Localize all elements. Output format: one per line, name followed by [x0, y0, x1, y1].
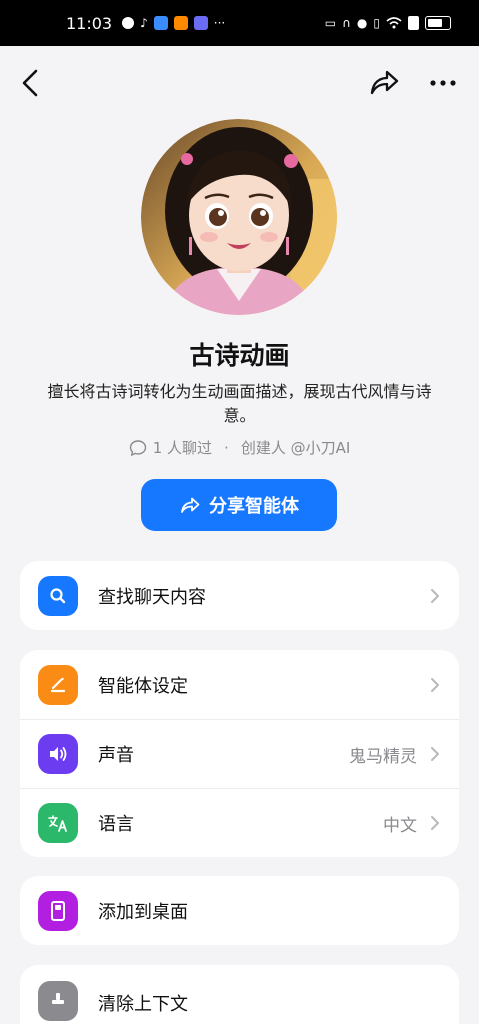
chevron-right-icon: [431, 816, 439, 830]
alert-icon: [408, 16, 419, 30]
clear-context-row[interactable]: 清除上下文: [20, 965, 459, 1024]
clear-card: 清除上下文: [20, 965, 459, 1024]
more-icon[interactable]: [426, 66, 460, 100]
add-to-desktop-row[interactable]: 添加到桌面: [20, 876, 459, 945]
agent-settings-label: 智能体设定: [98, 675, 188, 697]
chevron-right-icon: [431, 588, 439, 603]
share-agent-label: 分享智能体: [209, 496, 299, 517]
wifi-icon: [386, 17, 402, 29]
tiktok-icon: ♪: [140, 16, 148, 30]
chat-bubble-icon: [129, 439, 146, 456]
top-nav: [0, 58, 479, 108]
add-to-desktop-label: 添加到桌面: [98, 901, 188, 923]
edit-icon: [38, 664, 78, 705]
agent-settings-row[interactable]: 智能体设定: [20, 650, 459, 719]
weibo-icon: [173, 16, 188, 30]
chevron-right-icon: [431, 677, 439, 692]
translate-icon: [38, 803, 78, 843]
meta-separator: ·: [224, 438, 229, 457]
voice-label: 声音: [98, 745, 134, 766]
chevron-left-icon[interactable]: [16, 66, 46, 100]
chevron-right-icon: [431, 747, 439, 761]
status-right: ▭ ∩ ● ▯: [325, 16, 451, 30]
status-left: 11:03 ♪ ···: [66, 14, 225, 33]
app-icon: [153, 16, 168, 30]
phone-icon: [38, 890, 78, 931]
vibrate-icon: ▯: [373, 16, 380, 30]
wechat-icon: [122, 17, 135, 29]
search-icon: [38, 575, 78, 616]
agent-description: 擅长将古诗词转化为生动画面描述，展现古代风情与诗意。: [47, 382, 432, 425]
desktop-card: 添加到桌面: [20, 876, 459, 945]
share-icon[interactable]: [367, 66, 401, 100]
speaker-icon: [38, 734, 78, 774]
battery-icon: [425, 16, 451, 30]
music-icon: [193, 16, 208, 30]
search-card: 查找聊天内容: [20, 561, 459, 630]
search-chat-row[interactable]: 查找聊天内容: [20, 561, 459, 630]
voice-row[interactable]: 声音 鬼马精灵: [20, 719, 459, 788]
chat-count: 1 人聊过: [152, 439, 213, 457]
language-label: 语言: [98, 814, 134, 835]
language-value: 中文: [383, 815, 417, 836]
search-chat-label: 查找聊天内容: [98, 586, 206, 608]
language-row[interactable]: 语言 中文: [20, 788, 459, 857]
clear-context-label: 清除上下文: [98, 994, 188, 1015]
voice-value: 鬼马精灵: [349, 746, 417, 767]
broom-icon: [38, 981, 78, 1021]
headphones-icon: ∩: [342, 16, 351, 30]
agent-meta: 1 人聊过 · 创建人 @小刀AI: [0, 437, 479, 458]
creator-text[interactable]: 创建人 @小刀AI: [241, 437, 350, 458]
status-bar: 11:03 ♪ ··· ▭ ∩ ● ▯: [0, 0, 479, 46]
status-time: 11:03: [66, 13, 113, 33]
share-agent-button[interactable]: 分享智能体: [141, 479, 337, 531]
avatar: [141, 119, 337, 315]
cast-icon: ▭: [324, 16, 337, 30]
mic-icon: ●: [356, 16, 368, 30]
agent-name: 古诗动画: [189, 341, 290, 370]
more-dots-icon: ···: [213, 16, 226, 30]
settings-card: 智能体设定 声音 鬼马精灵 语言 中文: [20, 650, 459, 857]
share-icon: [181, 497, 200, 513]
